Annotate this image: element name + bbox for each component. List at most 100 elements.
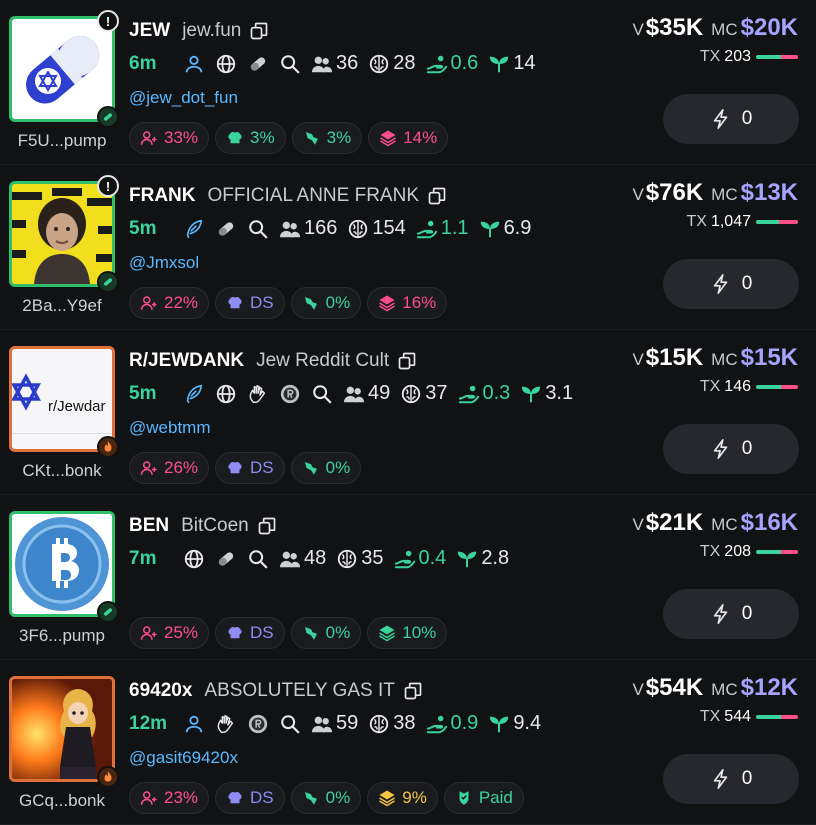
sniper-pill: 3% — [291, 122, 363, 154]
copy-icon[interactable] — [427, 186, 447, 206]
holders-plus-pill: 33% — [129, 122, 210, 154]
sell-ratio-fill — [781, 385, 798, 389]
token-row[interactable]: ! 2Ba...Y9ef FRANK OFFICIAL ANNE FRANK 5… — [0, 165, 816, 330]
globe-icon[interactable] — [215, 53, 237, 75]
chef-hat-icon — [226, 459, 244, 477]
mc-value: $13K — [740, 179, 798, 206]
user-icon[interactable] — [183, 53, 205, 75]
holders-plus-pill: 23% — [129, 782, 210, 814]
mc-value: $12K — [740, 674, 798, 701]
token-address[interactable]: 3F6...pump — [0, 626, 124, 646]
pump-icon[interactable] — [215, 548, 237, 570]
dev-stat: 1.1 — [416, 217, 469, 240]
buy-ratio-fill — [756, 550, 782, 554]
token-ticker: R/JEWDANK — [129, 350, 245, 371]
copy-icon[interactable] — [403, 681, 423, 701]
holders-value: 48 — [304, 547, 327, 569]
buy-ratio-fill — [756, 715, 782, 719]
top10-value: 37 — [425, 382, 448, 404]
mc-value: $16K — [740, 509, 798, 536]
search-icon[interactable] — [247, 548, 269, 570]
mc-label: MC — [711, 350, 738, 369]
token-row[interactable]: 3F6...pump BEN BitCoen 7m 48 35 0.4 2.8 … — [0, 495, 816, 660]
holders-icon — [279, 548, 301, 570]
twitter-handle[interactable]: @Jmxsol — [129, 253, 199, 273]
quick-buy-button[interactable]: 0 — [663, 259, 799, 309]
search-icon[interactable] — [247, 218, 269, 240]
feather-icon[interactable] — [183, 383, 205, 405]
token-thumbnail[interactable] — [9, 511, 119, 623]
buy-amount: 0 — [741, 768, 753, 789]
token-name: ABSOLUTELY GAS IT — [204, 680, 395, 701]
sniper-stat: 9.4 — [488, 712, 541, 735]
copy-icon[interactable] — [249, 21, 269, 41]
mc-label: MC — [711, 515, 738, 534]
twitter-handle[interactable]: @webtmm — [129, 418, 211, 438]
token-ticker: FRANK — [129, 185, 196, 206]
volume-label: V — [632, 680, 644, 699]
lightning-icon — [710, 273, 732, 295]
feather-icon[interactable] — [183, 218, 205, 240]
tx-count: 1,047 — [710, 213, 751, 230]
token-address[interactable]: F5U...pump — [0, 131, 124, 151]
pump-icon[interactable] — [215, 218, 237, 240]
token-thumbnail[interactable]: r/Jewdar — [9, 346, 119, 458]
sniper-stat: 6.9 — [479, 217, 531, 240]
quick-buy-button[interactable]: 0 — [663, 589, 799, 639]
token-thumbnail[interactable]: ! — [9, 10, 119, 128]
holders-value: 166 — [304, 217, 338, 239]
volume-value: $15K — [645, 344, 704, 371]
volume-value: $21K — [645, 509, 704, 536]
user-icon[interactable] — [183, 713, 205, 735]
search-icon[interactable] — [279, 53, 301, 75]
layers-pill: 14% — [368, 122, 449, 154]
token-address[interactable]: 2Ba...Y9ef — [0, 296, 124, 316]
token-name: BitCoen — [181, 515, 249, 536]
volume-label: V — [632, 20, 644, 39]
sprout-icon — [488, 53, 510, 75]
sniper-pill: 0% — [290, 287, 362, 319]
dev-hand-icon — [394, 548, 416, 570]
sprout-icon — [520, 383, 542, 405]
token-row[interactable]: ! F5U...pump JEW jew.fun 6m 36 28 0.6 14… — [0, 0, 816, 165]
coin-icon[interactable] — [247, 713, 269, 735]
pill-value: Paid — [478, 788, 513, 807]
token-thumbnail[interactable] — [9, 676, 119, 788]
copy-icon[interactable] — [257, 516, 277, 536]
token-row[interactable]: GCq...bonk 69420x ABSOLUTELY GAS IT 12m … — [0, 660, 816, 825]
twitter-handle[interactable]: @jew_dot_fun — [129, 88, 238, 108]
coin-icon[interactable] — [279, 383, 301, 405]
token-address[interactable]: CKt...bonk — [0, 461, 124, 481]
quick-buy-button[interactable]: 0 — [663, 754, 799, 804]
holders-plus-pill: 26% — [129, 452, 210, 484]
pump-icon[interactable] — [247, 53, 269, 75]
buy-amount: 0 — [741, 438, 753, 459]
quick-buy-button[interactable]: 0 — [663, 94, 799, 144]
sell-ratio-fill — [779, 220, 798, 224]
bonk-source-icon — [97, 766, 119, 788]
layers-pill: 10% — [367, 617, 448, 649]
buy-amount: 0 — [741, 273, 753, 294]
token-address[interactable]: GCq...bonk — [0, 791, 124, 811]
globe-icon[interactable] — [183, 548, 205, 570]
hand-icon[interactable] — [215, 713, 237, 735]
sniper-pill: 0% — [290, 782, 362, 814]
token-age: 6m — [129, 52, 157, 74]
token-thumbnail[interactable]: ! — [9, 175, 119, 293]
twitter-handle[interactable]: @gasit69420x — [129, 748, 238, 768]
pill-value: DS — [250, 623, 274, 642]
copy-icon[interactable] — [397, 351, 417, 371]
buy-amount: 0 — [741, 603, 753, 624]
quick-buy-button[interactable]: 0 — [663, 424, 799, 474]
globe-icon[interactable] — [215, 383, 237, 405]
chef-hat-icon — [226, 624, 244, 642]
search-icon[interactable] — [311, 383, 333, 405]
sprout-value: 3.1 — [545, 382, 574, 404]
brain-icon — [347, 218, 369, 240]
token-ticker: JEW — [129, 20, 171, 41]
token-row[interactable]: r/Jewdar CKt...bonk R/JEWDANK Jew Reddit… — [0, 330, 816, 495]
hand-icon[interactable] — [247, 383, 269, 405]
search-icon[interactable] — [279, 713, 301, 735]
holders-plus-icon — [140, 789, 158, 807]
layers-pill: 16% — [367, 287, 448, 319]
